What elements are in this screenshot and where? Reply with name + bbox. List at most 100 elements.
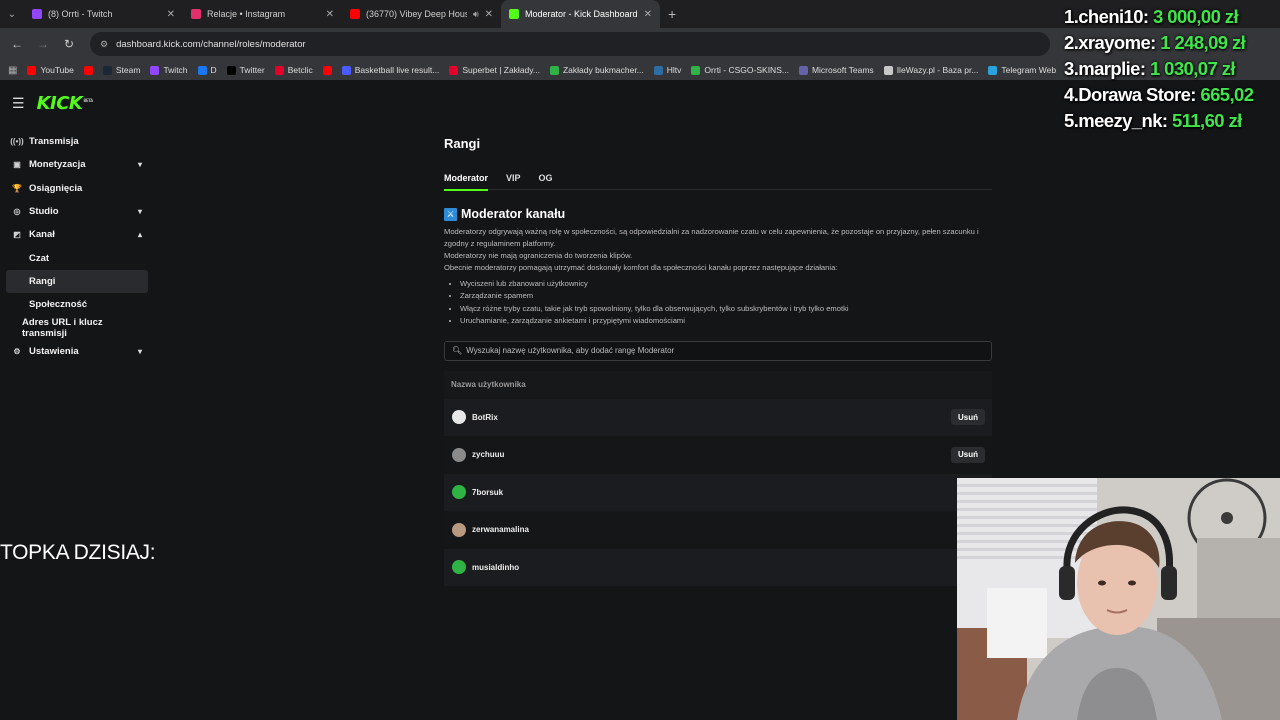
- bookmark-label: Orrti - CSGO-SKINS...: [704, 65, 789, 75]
- moderator-name[interactable]: 7borsuk: [472, 488, 503, 497]
- tab-label: (36770) Vibey Deep House: [366, 9, 467, 19]
- browser-tab[interactable]: (36770) Vibey Deep House 🔊︎ ✕: [342, 0, 501, 28]
- menu-icon[interactable]: ☰: [12, 95, 25, 112]
- sidebar-item[interactable]: 🏆 Osiągnięcia: [6, 177, 148, 200]
- avatar: [452, 410, 466, 425]
- chevron-down-icon[interactable]: ▾: [138, 160, 142, 169]
- bookmark[interactable]: Twitch: [150, 65, 188, 75]
- remove-button[interactable]: Usuń: [951, 446, 985, 463]
- leaderboard-amount: 511,60 zł: [1172, 110, 1242, 131]
- role-tab[interactable]: Moderator: [444, 173, 489, 191]
- user-search-input[interactable]: [466, 346, 991, 356]
- bookmark-label: IleWazy.pl - Baza pr...: [896, 65, 979, 75]
- moderator-name[interactable]: BotRix: [472, 413, 498, 422]
- bookmark[interactable]: Steam: [102, 65, 140, 75]
- bookmark[interactable]: D: [197, 65, 217, 75]
- moderator-name[interactable]: musialdinho: [472, 563, 519, 572]
- leaderboard-entry: 2.xrayome: 1 248,09 zł: [1064, 32, 1280, 58]
- permission-list: Wyciszeni lub zbanowani użytkownicy Zarz…: [444, 278, 992, 328]
- url-field[interactable]: ⚙ dashboard.kick.com/channel/roles/moder…: [90, 32, 1050, 56]
- chevron-down-icon[interactable]: ▾: [138, 207, 142, 216]
- sidebar-item[interactable]: ◎ Studio ▾: [6, 200, 148, 223]
- role-tab[interactable]: OG: [539, 173, 553, 190]
- kick-logo[interactable]: KICKBETA: [37, 93, 94, 114]
- bookmark-icon: [341, 65, 351, 75]
- browser-tab[interactable]: (8) Orrti - Twitch ✕: [24, 0, 183, 28]
- bookmark-icon: [691, 65, 701, 75]
- sidebar-item[interactable]: ▣ Monetyzacja ▾: [6, 153, 148, 176]
- bookmark-icon: [150, 65, 160, 75]
- sidebar-item[interactable]: Rangi: [6, 269, 148, 294]
- avatar: [452, 485, 466, 500]
- bookmark[interactable]: Basketball live result...: [341, 65, 440, 75]
- sidebar-item[interactable]: Czat: [6, 246, 148, 269]
- chevron-down-icon[interactable]: ▾: [138, 347, 142, 356]
- webcam-feed: [957, 478, 1280, 720]
- sidebar-item[interactable]: ((•)) Transmisja: [6, 130, 148, 153]
- bookmark[interactable]: [83, 65, 93, 75]
- bookmark[interactable]: Telegram Web: [988, 65, 1056, 75]
- new-tab-button[interactable]: +: [660, 6, 684, 22]
- table-row: BotRix Usuń: [444, 398, 992, 437]
- tab-label: Moderator - Kick Dashboard: [525, 9, 638, 19]
- sidebar-item[interactable]: Społeczność: [6, 293, 148, 316]
- bookmark-label: Basketball live result...: [354, 65, 440, 75]
- bookmark[interactable]: Orrti - CSGO-SKINS...: [691, 65, 789, 75]
- sidebar-item[interactable]: ◩ Kanał ▴: [6, 223, 148, 246]
- bookmark[interactable]: Betclic: [274, 65, 313, 75]
- webcam-image: [957, 478, 1280, 720]
- sidebar-item-label: Transmisja: [29, 136, 79, 148]
- section-header: ⚔ Moderator kanału: [444, 207, 992, 221]
- leaderboard-name: meezy_nk:: [1078, 110, 1168, 131]
- bookmark[interactable]: Superbet | Zakłady...: [449, 65, 540, 75]
- tab-label: (8) Orrti - Twitch: [48, 9, 113, 19]
- bookmark[interactable]: Hltv: [653, 65, 681, 75]
- bookmark-icon: [449, 65, 459, 75]
- bookmark-label: Zakłady bukmacher...: [562, 65, 644, 75]
- audio-icon[interactable]: 🔊︎: [473, 9, 479, 20]
- studio-icon: ◎: [13, 207, 21, 217]
- leaderboard-rank: 1.: [1064, 6, 1079, 27]
- tab-close-icon[interactable]: ✕: [326, 9, 334, 20]
- leaderboard-entry: 5.meezy_nk: 511,60 zł: [1064, 110, 1280, 136]
- bookmark[interactable]: Zakłady bukmacher...: [549, 65, 644, 75]
- back-icon[interactable]: ←: [6, 33, 28, 55]
- bookmark-label: Superbet | Zakłady...: [462, 65, 540, 75]
- bookmark-icon: [274, 65, 284, 75]
- bookmark[interactable]: [322, 65, 332, 75]
- tab-close-icon[interactable]: ✕: [485, 9, 493, 20]
- bookmark[interactable]: Twitter: [226, 65, 265, 75]
- leaderboard-amount: 3 000,00 zł: [1153, 6, 1239, 27]
- chevron-up-icon[interactable]: ▴: [138, 230, 142, 239]
- role-tab[interactable]: VIP: [506, 173, 521, 190]
- browser-tab[interactable]: Relacje • Instagram ✕: [183, 0, 342, 28]
- donation-leaderboard: 1.cheni10: 3 000,00 zł 2.xrayome: 1 248,0…: [1064, 6, 1280, 136]
- reload-icon[interactable]: ↻: [58, 33, 80, 55]
- browser-tab[interactable]: Moderator - Kick Dashboard ✕: [501, 0, 660, 28]
- remove-button[interactable]: Usuń: [951, 409, 985, 426]
- leaderboard-entry: 3.marplie: 1 030,07 zł: [1064, 58, 1280, 84]
- apps-icon[interactable]: ▦: [8, 65, 17, 76]
- tab-search-icon[interactable]: ⌄: [0, 0, 24, 28]
- bookmark[interactable]: YouTube: [27, 65, 74, 75]
- bookmark-icon: [197, 65, 207, 75]
- sidebar-item[interactable]: Adres URL i klucz transmisji: [6, 316, 148, 339]
- tab-close-icon[interactable]: ✕: [644, 9, 652, 20]
- table-row: musialdinho: [444, 548, 992, 587]
- role-description: Moderatorzy odgrywają ważną rolę w społe…: [444, 226, 992, 274]
- sidebar-item-label: Czat: [29, 252, 50, 264]
- sidebar-item-label: Ustawienia: [29, 345, 79, 357]
- bookmark[interactable]: IleWazy.pl - Baza pr...: [883, 65, 979, 75]
- bookmark[interactable]: Microsoft Teams: [798, 65, 874, 75]
- sidebar-item-label: Monetyzacja: [29, 159, 86, 171]
- moderator-name[interactable]: zychuuu: [472, 450, 504, 459]
- leaderboard-entry: 1.cheni10: 3 000,00 zł: [1064, 6, 1280, 32]
- moderator-name[interactable]: zerwanamalina: [472, 525, 529, 534]
- bookmark-label: Betclic: [287, 65, 313, 75]
- site-info-icon[interactable]: ⚙: [100, 39, 108, 50]
- forward-icon[interactable]: →: [32, 33, 54, 55]
- broadcast-icon: ((•)): [10, 137, 24, 147]
- tab-close-icon[interactable]: ✕: [167, 9, 175, 20]
- sidebar-item-label: Studio: [29, 206, 59, 218]
- sidebar-item[interactable]: ⚙ Ustawienia ▾: [6, 340, 148, 363]
